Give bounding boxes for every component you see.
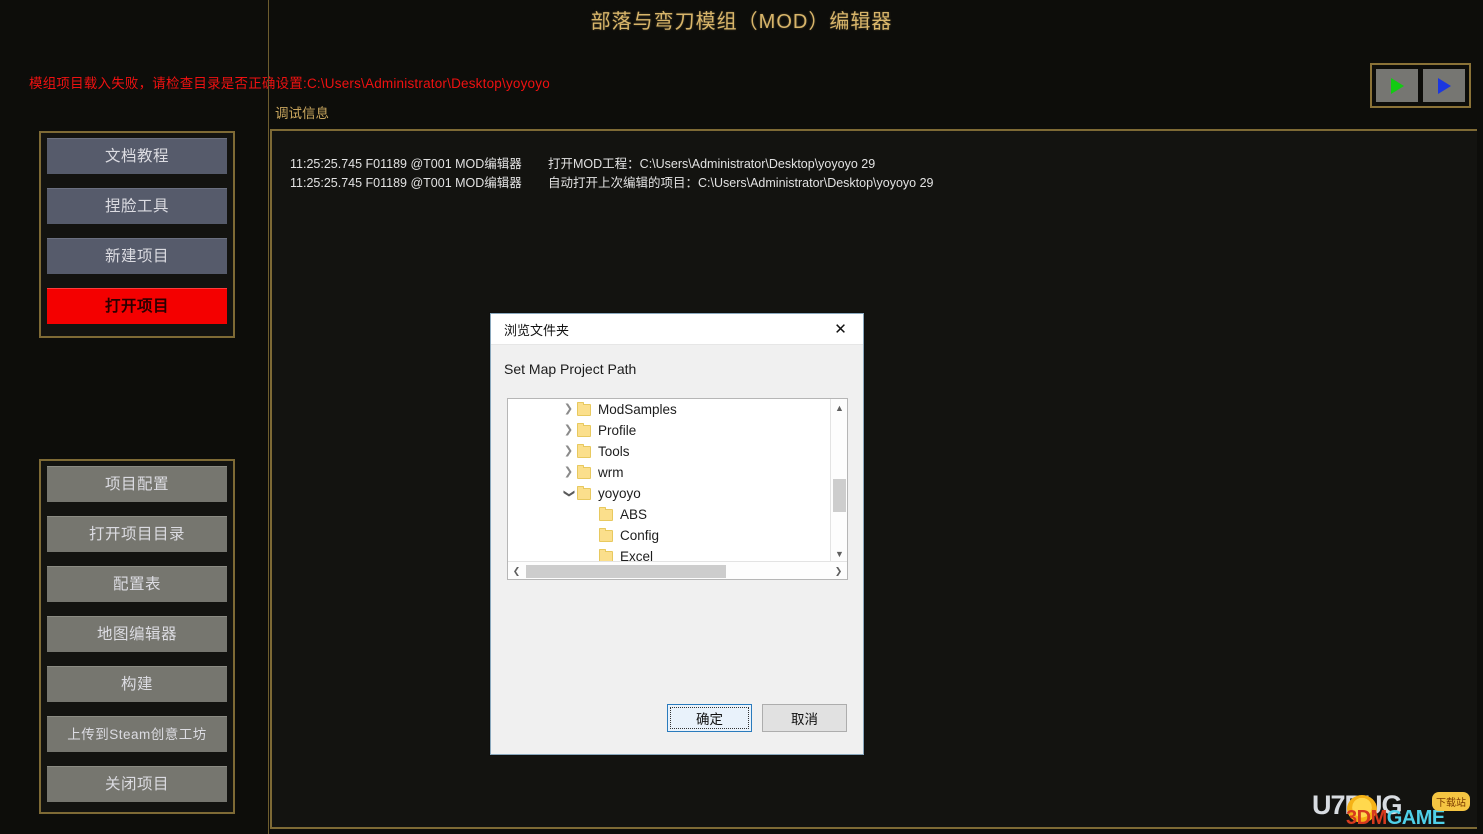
tree-vertical-scrollbar[interactable]: ▲ ▼	[830, 399, 847, 562]
folder-tree[interactable]: ❯ ModSamples ❯ Profile ❯ Tools ❯ wrm ❯ y…	[507, 398, 848, 580]
close-icon[interactable]: ✕	[818, 314, 863, 344]
tree-item-modsamples[interactable]: ❯ ModSamples	[508, 399, 830, 420]
sidebar-item-face-tool[interactable]: 捏脸工具	[47, 188, 227, 224]
run-blue-button[interactable]	[1423, 69, 1465, 102]
chevron-down-icon[interactable]: ❯	[563, 485, 575, 502]
folder-icon	[577, 464, 591, 479]
folder-icon	[577, 485, 591, 500]
sidebar-item-upload-steam-workshop[interactable]: 上传到Steam创意工坊	[47, 716, 227, 752]
tree-item-label: wrm	[598, 465, 624, 480]
sidebar-top-group: 文档教程 捏脸工具 新建项目 打开项目	[39, 131, 235, 338]
sidebar-item-project-config[interactable]: 项目配置	[47, 466, 227, 502]
dialog-titlebar: 浏览文件夹 ✕	[491, 314, 863, 345]
confirm-button[interactable]: 确定	[667, 704, 752, 732]
play-triangle-icon	[1437, 77, 1451, 94]
tree-item-yoyoyo[interactable]: ❯ yoyoyo	[508, 483, 830, 504]
run-button-group	[1370, 63, 1471, 108]
tree-item-excel[interactable]: Excel	[508, 546, 830, 562]
sidebar-item-open-project[interactable]: 打开项目	[47, 288, 227, 324]
tree-item-wrm[interactable]: ❯ wrm	[508, 462, 830, 483]
log-message: 打开MOD工程：C:\Users\Administrator\Desktop\y…	[548, 157, 876, 171]
log-row: 11:25:25.745 F01189 @T001 MOD编辑器 自动打开上次编…	[290, 174, 1477, 193]
log-row: 11:25:25.745 F01189 @T001 MOD编辑器 打开MOD工程…	[290, 155, 1477, 174]
chevron-right-icon[interactable]: ❯	[560, 467, 577, 478]
sidebar-bottom-group: 项目配置 打开项目目录 配置表 地图编辑器 构建 上传到Steam创意工坊 关闭…	[39, 459, 235, 814]
error-banner: 模组项目载入失败，请检查目录是否正确设置:C:\Users\Administra…	[29, 76, 550, 91]
panel-divider	[268, 0, 269, 834]
tree-item-label: yoyoyo	[598, 486, 641, 501]
sidebar-item-open-project-dir[interactable]: 打开项目目录	[47, 516, 227, 552]
sidebar-item-new-project[interactable]: 新建项目	[47, 238, 227, 274]
scrollbar-thumb-horizontal[interactable]	[526, 565, 726, 578]
folder-icon	[599, 506, 613, 521]
sidebar-item-docs[interactable]: 文档教程	[47, 138, 227, 174]
chevron-left-icon[interactable]: ❮	[508, 562, 525, 579]
folder-icon	[577, 422, 591, 437]
run-green-button[interactable]	[1376, 69, 1418, 102]
tree-item-config[interactable]: Config	[508, 525, 830, 546]
log-meta: 11:25:25.745 F01189 @T001 MOD编辑器	[290, 157, 522, 171]
chevron-right-icon[interactable]: ❯	[560, 404, 577, 415]
browse-folder-dialog: 浏览文件夹 ✕ Set Map Project Path ❯ ModSample…	[490, 313, 864, 755]
dialog-button-row: 确定 取消	[667, 704, 847, 732]
tree-item-label: ABS	[620, 507, 648, 522]
tree-item-label: Config	[620, 528, 660, 543]
chevron-right-icon[interactable]: ❯	[560, 425, 577, 436]
sidebar-item-close-project[interactable]: 关闭项目	[47, 766, 227, 802]
tree-horizontal-scrollbar[interactable]: ❮ ❯	[508, 561, 847, 579]
debug-log-panel[interactable]: 11:25:25.745 F01189 @T001 MOD编辑器 打开MOD工程…	[270, 129, 1477, 829]
tree-item-profile[interactable]: ❯ Profile	[508, 420, 830, 441]
app-root: 部落与弯刀模组（MOD）编辑器 模组项目载入失败，请检查目录是否正确设置:C:\…	[0, 0, 1483, 834]
tree-item-abs[interactable]: ABS	[508, 504, 830, 525]
cancel-button[interactable]: 取消	[762, 704, 847, 732]
dialog-prompt: Set Map Project Path	[504, 361, 637, 377]
chevron-down-icon[interactable]: ▼	[831, 545, 847, 562]
folder-tree-scrollport: ❯ ModSamples ❯ Profile ❯ Tools ❯ wrm ❯ y…	[508, 399, 830, 562]
tree-item-tools[interactable]: ❯ Tools	[508, 441, 830, 462]
tree-item-label: ModSamples	[598, 402, 677, 417]
chevron-up-icon[interactable]: ▲	[831, 399, 847, 416]
folder-icon	[599, 527, 613, 542]
chevron-right-icon[interactable]: ❯	[830, 562, 847, 579]
log-message: 自动打开上次编辑的项目：C:\Users\Administrator\Deskt…	[548, 176, 934, 190]
sidebar-item-build[interactable]: 构建	[47, 666, 227, 702]
tree-item-label: Tools	[598, 444, 630, 459]
sidebar-item-config-table[interactable]: 配置表	[47, 566, 227, 602]
play-triangle-icon	[1390, 77, 1404, 94]
folder-icon	[577, 443, 591, 458]
log-meta: 11:25:25.745 F01189 @T001 MOD编辑器	[290, 176, 522, 190]
dialog-title: 浏览文件夹	[504, 322, 570, 338]
page-title: 部落与弯刀模组（MOD）编辑器	[590, 11, 893, 33]
folder-icon	[577, 401, 591, 416]
tree-item-label: Profile	[598, 423, 637, 438]
debug-info-label: 调试信息	[275, 106, 329, 121]
sidebar-item-map-editor[interactable]: 地图编辑器	[47, 616, 227, 652]
chevron-right-icon[interactable]: ❯	[560, 446, 577, 457]
scrollbar-thumb-vertical[interactable]	[833, 479, 846, 512]
